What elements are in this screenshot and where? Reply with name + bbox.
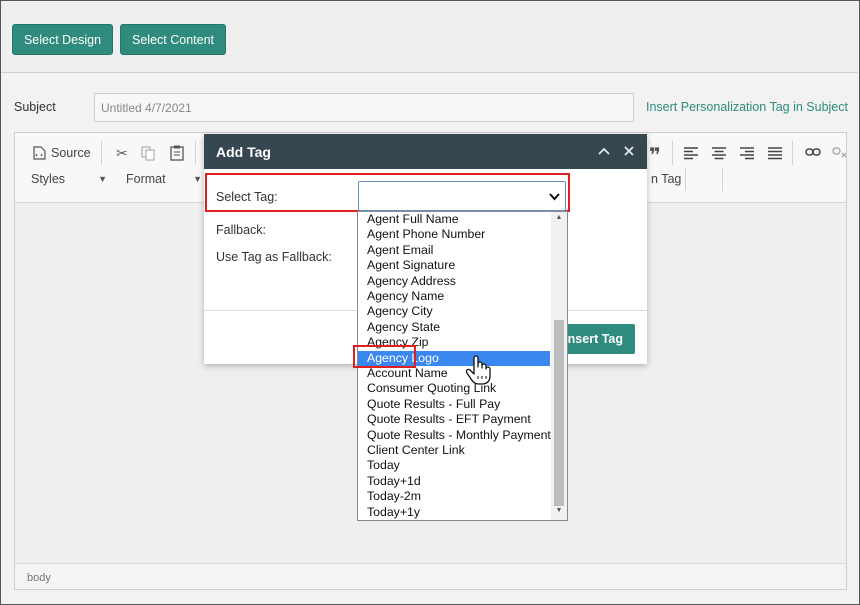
chevron-down-icon: ▼ [98, 174, 107, 184]
dialog-header[interactable]: Add Tag [204, 134, 647, 169]
element-path-bar: body [15, 563, 846, 589]
close-icon[interactable] [624, 146, 634, 156]
align-justify-icon[interactable] [767, 147, 783, 160]
dropdown-option[interactable]: Agency State [358, 320, 550, 335]
unlink-icon[interactable] [832, 146, 848, 159]
insert-personalization-tag-link[interactable]: Insert Personalization Tag in Subject [646, 100, 848, 114]
dropdown-option[interactable]: Agency Address [358, 274, 550, 289]
link-icon[interactable] [805, 147, 821, 157]
scrollbar-thumb[interactable] [554, 320, 564, 506]
dropdown-option[interactable]: Today+1d [358, 474, 550, 489]
blockquote-icon[interactable]: ❞ [647, 143, 663, 168]
use-tag-as-fallback-label: Use Tag as Fallback: [216, 250, 332, 264]
source-button[interactable]: Source [33, 146, 91, 160]
align-right-icon[interactable] [739, 147, 755, 160]
dropdown-option[interactable]: Agent Signature [358, 258, 550, 273]
toolbar-divider [101, 141, 102, 165]
styles-dropdown[interactable]: Styles ▼ [31, 172, 107, 186]
align-center-icon[interactable] [711, 147, 727, 160]
chevron-down-icon: ▼ [193, 174, 202, 184]
paste-icon[interactable] [169, 145, 185, 161]
dropdown-option[interactable]: Today+1y [358, 505, 550, 520]
hand-cursor-icon [466, 355, 491, 385]
annotation-highlight-agency-logo [353, 345, 416, 368]
dropdown-option[interactable]: Agent Phone Number [358, 227, 550, 242]
select-content-button[interactable]: Select Content [120, 24, 226, 55]
subject-label: Subject [14, 100, 56, 114]
dropdown-option[interactable]: Today-2m [358, 489, 550, 504]
dropdown-option[interactable]: Today [358, 458, 550, 473]
toolbar-divider [722, 167, 723, 191]
dropdown-option[interactable]: Quote Results - EFT Payment [358, 412, 550, 427]
dropdown-option[interactable]: Quote Results - Full Pay [358, 397, 550, 412]
chevron-down-icon [549, 193, 560, 201]
scrollbar[interactable]: ▲ ▼ [551, 212, 567, 520]
toolbar-divider [195, 141, 196, 165]
format-dropdown[interactable]: Format ▼ [126, 172, 202, 186]
dropdown-option[interactable]: Agent Email [358, 243, 550, 258]
dropdown-option[interactable]: Agency Name [358, 289, 550, 304]
dropdown-option[interactable]: Agent Full Name [358, 212, 550, 227]
cut-icon[interactable]: ✂ [114, 145, 130, 162]
dropdown-option[interactable]: Client Center Link [358, 443, 550, 458]
source-icon [33, 146, 46, 160]
subject-input[interactable]: Untitled 4/7/2021 [94, 93, 634, 122]
dropdown-option[interactable]: Consumer Quoting Link [358, 381, 550, 396]
select-design-button[interactable]: Select Design [12, 24, 113, 55]
copy-icon[interactable] [140, 146, 156, 161]
format-label: Format [126, 172, 166, 186]
source-label: Source [51, 146, 91, 160]
fallback-label: Fallback: [216, 223, 267, 237]
dialog-title: Add Tag [216, 144, 271, 160]
select-tag-dropdown[interactable] [358, 181, 566, 211]
dropdown-option[interactable]: Quote Results - Monthly Payment [358, 428, 551, 443]
toolbar-divider [792, 141, 793, 165]
dropdown-option[interactable]: Account Name [358, 366, 550, 381]
dropdown-option[interactable]: Agency City [358, 304, 550, 319]
scroll-down-arrow-icon[interactable]: ▼ [551, 507, 567, 514]
insert-tag-toolbar-button[interactable]: n Tag [651, 172, 681, 186]
toolbar-divider [685, 167, 686, 191]
toolbar-divider [672, 141, 673, 165]
element-path[interactable]: body [27, 572, 51, 584]
align-left-icon[interactable] [683, 147, 699, 160]
collapse-icon[interactable] [598, 147, 610, 155]
scroll-up-arrow-icon[interactable]: ▲ [551, 214, 567, 221]
styles-label: Styles [31, 172, 66, 186]
top-bar: Select Design Select Content [1, 1, 858, 73]
